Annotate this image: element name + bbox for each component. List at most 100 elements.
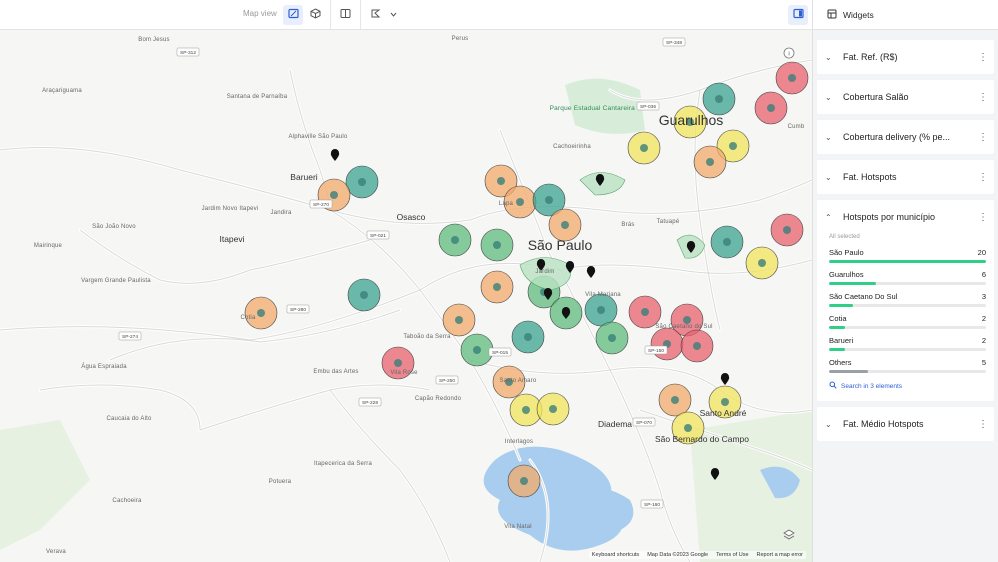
widget-fat-hotspots[interactable]: ⌄ Fat. Hotspots ⋮ <box>817 160 994 194</box>
split-view-icon <box>340 6 351 24</box>
place-label: Interlagos <box>505 439 533 445</box>
road-shield-label: SP-274 <box>122 334 138 340</box>
place-label: Potuera <box>269 479 292 485</box>
place-label: Caucaia do Alto <box>106 416 151 422</box>
category-row[interactable]: Barueri 2 <box>829 336 986 351</box>
map-canvas[interactable]: São Paulo Guarulhos Osasco Barueri Itapevi Di… <box>0 30 812 562</box>
chevron-down-icon[interactable]: ⌄ <box>825 420 835 429</box>
terms-link[interactable]: Terms of Use <box>716 552 748 558</box>
keyboard-shortcuts-link[interactable]: Keyboard shortcuts <box>592 552 639 558</box>
widget-title: Fat. Hotspots <box>843 172 897 182</box>
kebab-menu-icon[interactable]: ⋮ <box>978 419 988 430</box>
hotspot-coverage-ring <box>658 383 692 417</box>
kebab-menu-icon[interactable]: ⋮ <box>978 212 988 223</box>
hotspot-coverage-ring <box>770 213 804 247</box>
chevron-down-icon[interactable]: ⌄ <box>825 53 835 62</box>
hotspot-coverage-ring <box>511 320 545 354</box>
draw-tool-button[interactable] <box>365 5 385 25</box>
hotspot-coverage-ring <box>438 223 472 257</box>
toggle-panel-button[interactable] <box>788 5 808 25</box>
hotspot-coverage-ring <box>460 333 494 367</box>
category-row[interactable]: Guarulhos 6 <box>829 270 986 285</box>
road-shield-label: SP-015 <box>492 350 508 356</box>
place-label: Vargem Grande Paulista <box>81 278 151 284</box>
road-shield-label: SP-160 <box>644 502 660 508</box>
category-name: Guarulhos <box>829 270 864 279</box>
widget-title: Cobertura Salão <box>843 92 909 102</box>
split-view-button[interactable] <box>335 5 355 25</box>
cube-icon <box>310 6 321 24</box>
place-label: Capão Redondo <box>415 396 462 402</box>
hotspot-coverage-ring <box>745 246 779 280</box>
kebab-menu-icon[interactable]: ⋮ <box>978 52 988 63</box>
category-bar-fill <box>829 326 845 329</box>
kebab-menu-icon[interactable]: ⋮ <box>978 172 988 183</box>
hotspot-coverage-ring <box>480 270 514 304</box>
chevron-down-icon[interactable]: ⌄ <box>825 173 835 182</box>
chevron-down-icon[interactable]: ⌄ <box>825 133 835 142</box>
road-shield: SP-348 <box>662 37 686 47</box>
hotspot-coverage-ring <box>595 321 629 355</box>
widget-cobertura-delivery[interactable]: ⌄ Cobertura delivery (% pe... ⋮ <box>817 120 994 154</box>
place-label: Araçariguama <box>42 88 82 94</box>
hotspot-coverage-ring <box>442 303 476 337</box>
kebab-menu-icon[interactable]: ⋮ <box>978 92 988 103</box>
search-elements-link[interactable]: Search in 3 elements <box>829 381 986 391</box>
category-row[interactable]: São Caetano Do Sul 3 <box>829 292 986 307</box>
place-label: São Caetano do Sul <box>655 324 712 330</box>
info-icon: i <box>783 47 795 59</box>
widget-title: Fat. Ref. (R$) <box>843 52 898 62</box>
road-shield-label: SP-021 <box>370 233 386 239</box>
hotspot-coverage-ring <box>536 392 570 426</box>
category-name: São Caetano Do Sul <box>829 292 898 301</box>
widget-hotspots-por-municipio: ⌃ Hotspots por município ⋮ All selected … <box>817 200 994 401</box>
place-label: Bom Jesus <box>138 37 169 43</box>
widget-fat-medio-hotspots[interactable]: ⌄ Fat. Médio Hotspots ⋮ <box>817 407 994 441</box>
hotspot-coverage-ring <box>710 225 744 259</box>
hotspot-coverage-ring <box>480 228 514 262</box>
road-shield: SP-312 <box>176 47 200 57</box>
category-row[interactable]: São Paulo 20 <box>829 248 986 263</box>
category-row[interactable]: Cotia 2 <box>829 314 986 329</box>
category-bar <box>829 304 986 307</box>
hotspot-coverage-ring <box>650 327 684 361</box>
map-svg[interactable]: São Paulo Guarulhos Osasco Barueri Itapevi Di… <box>0 30 812 562</box>
category-name: São Paulo <box>829 248 864 257</box>
draw-tool-dropdown[interactable] <box>383 5 403 25</box>
category-name: Others <box>829 358 852 367</box>
place-label: Barueri <box>290 172 318 182</box>
category-bar-fill <box>829 304 853 307</box>
place-label: Alphaville São Paulo <box>288 134 348 140</box>
place-label: Jandira <box>270 210 292 216</box>
hotspot-coverage-ring <box>584 293 618 327</box>
road-shield: SP-228 <box>358 397 382 407</box>
kebab-menu-icon[interactable]: ⋮ <box>978 132 988 143</box>
category-row[interactable]: Others 5 <box>829 358 986 373</box>
widget-title: Hotspots por município <box>843 212 936 222</box>
place-label: Jardim <box>535 269 554 275</box>
map-2d-view-button[interactable] <box>283 5 303 25</box>
chevron-down-icon[interactable]: ⌄ <box>825 93 835 102</box>
widget-title: Cobertura delivery (% pe... <box>843 132 951 142</box>
road-shield: SP-036 <box>636 101 660 111</box>
road-shield: SP-280 <box>286 304 310 314</box>
widget-header[interactable]: ⌃ Hotspots por município ⋮ <box>817 200 994 234</box>
widget-fat-ref[interactable]: ⌄ Fat. Ref. (R$) ⋮ <box>817 40 994 74</box>
place-label: Itapevi <box>219 234 244 244</box>
report-error-link[interactable]: Report a map error <box>757 552 803 558</box>
chevron-up-icon[interactable]: ⌃ <box>825 213 835 222</box>
road-shield-label: SP-270 <box>313 202 329 208</box>
category-bar-fill <box>829 348 845 351</box>
place-label: Diadema <box>598 419 632 429</box>
hotspot-coverage-ring <box>507 464 541 498</box>
hotspot-coverage-ring <box>680 329 714 363</box>
map-3d-view-button[interactable] <box>305 5 325 25</box>
road-shield: SP-160 <box>640 499 664 509</box>
search-elements-label[interactable]: Search in 3 elements <box>841 383 902 390</box>
road-shield: SP-250 <box>435 375 459 385</box>
widget-cobertura-salao[interactable]: ⌄ Cobertura Salão ⋮ <box>817 80 994 114</box>
road-shield-label: SP-070 <box>636 420 652 426</box>
widget-title: Fat. Médio Hotspots <box>843 419 924 429</box>
hotspot-coverage-ring <box>775 61 809 95</box>
place-label: Santo Amaro <box>500 378 537 384</box>
